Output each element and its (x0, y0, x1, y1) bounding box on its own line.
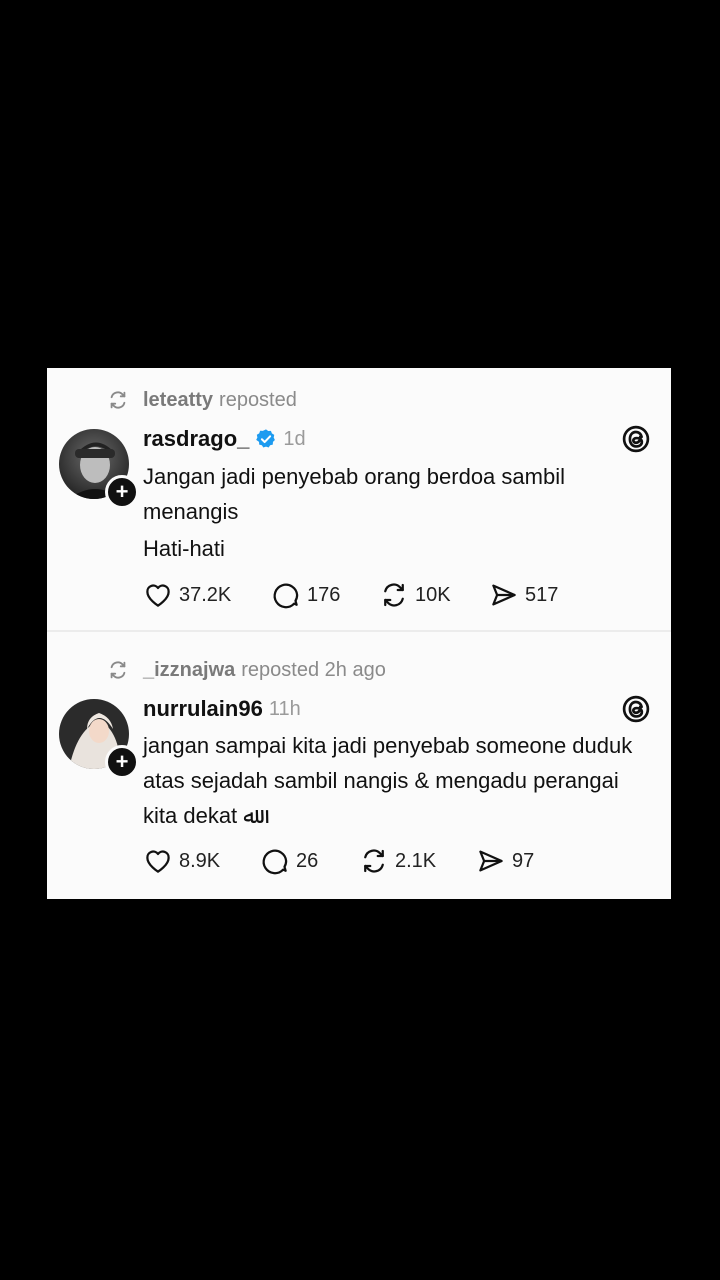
reply-count: 176 (307, 583, 341, 606)
repost-icon (364, 849, 384, 873)
username[interactable]: nurrulain96 (143, 696, 263, 722)
reply-button[interactable]: 176 (271, 580, 340, 610)
action-bar: 8.9K 26 2.1K 97 (143, 846, 663, 876)
share-count: 517 (525, 583, 559, 606)
threads-logo-icon[interactable] (622, 425, 650, 453)
follow-plus-icon[interactable]: + (105, 745, 139, 779)
username[interactable]: rasdrago_ (143, 426, 249, 452)
share-icon (479, 850, 503, 872)
repost-icon (110, 391, 126, 409)
post-1[interactable]: leteatty reposted + rasdrago_ 1d Jangan … (47, 368, 671, 630)
share-count: 97 (512, 849, 535, 872)
post-text: Jangan jadi penyebab orang berdoa sambil… (143, 459, 653, 566)
share-button[interactable]: 97 (476, 846, 534, 876)
heart-icon (146, 584, 170, 607)
heart-icon (146, 850, 170, 873)
post-divider (47, 630, 671, 632)
reply-count: 26 (296, 849, 319, 872)
post-text: jangan sampai kita jadi penyebab someone… (143, 728, 653, 833)
repost-indicator: _izznajwa reposted 2h ago (107, 658, 386, 682)
post-text-line: Hati-hati (143, 536, 225, 561)
repost-button[interactable]: 2.1K (359, 846, 436, 876)
share-button[interactable]: 517 (489, 580, 558, 610)
like-button[interactable]: 8.9K (143, 846, 220, 876)
repost-username[interactable]: leteatty (143, 389, 213, 412)
follow-plus-icon[interactable]: + (105, 475, 139, 509)
post-time: 11h (268, 697, 301, 720)
repost-label: reposted 2h ago (241, 658, 386, 681)
comment-icon (262, 849, 288, 875)
share-icon (492, 584, 516, 606)
repost-button[interactable]: 10K (379, 580, 451, 610)
post-time: 1d (283, 427, 306, 450)
repost-icon (110, 661, 126, 679)
repost-username[interactable]: _izznajwa (143, 659, 235, 682)
repost-count: 2.1K (395, 849, 437, 872)
like-count: 37.2K (179, 583, 232, 606)
reply-button[interactable]: 26 (260, 846, 318, 876)
comment-icon (273, 583, 299, 609)
feed-card: leteatty reposted + rasdrago_ 1d Jangan … (47, 368, 671, 899)
like-button[interactable]: 37.2K (143, 580, 231, 610)
threads-logo-icon[interactable] (622, 695, 650, 723)
verified-badge-icon (256, 429, 276, 448)
post-header: nurrulain96 11h (143, 694, 301, 724)
action-bar: 37.2K 176 10K 517 (143, 580, 663, 610)
repost-icon (384, 583, 404, 607)
repost-count: 10K (415, 583, 451, 606)
post-header: rasdrago_ 1d (143, 424, 306, 454)
post-text-line: jangan sampai kita jadi penyebab someone… (143, 733, 633, 828)
repost-indicator: leteatty reposted (107, 388, 297, 412)
like-count: 8.9K (179, 849, 221, 872)
post-text-line: Jangan jadi penyebab orang berdoa sambil… (143, 464, 565, 524)
repost-label: reposted (219, 388, 297, 411)
post-2[interactable]: _izznajwa reposted 2h ago + nurrulain96 … (47, 638, 671, 899)
